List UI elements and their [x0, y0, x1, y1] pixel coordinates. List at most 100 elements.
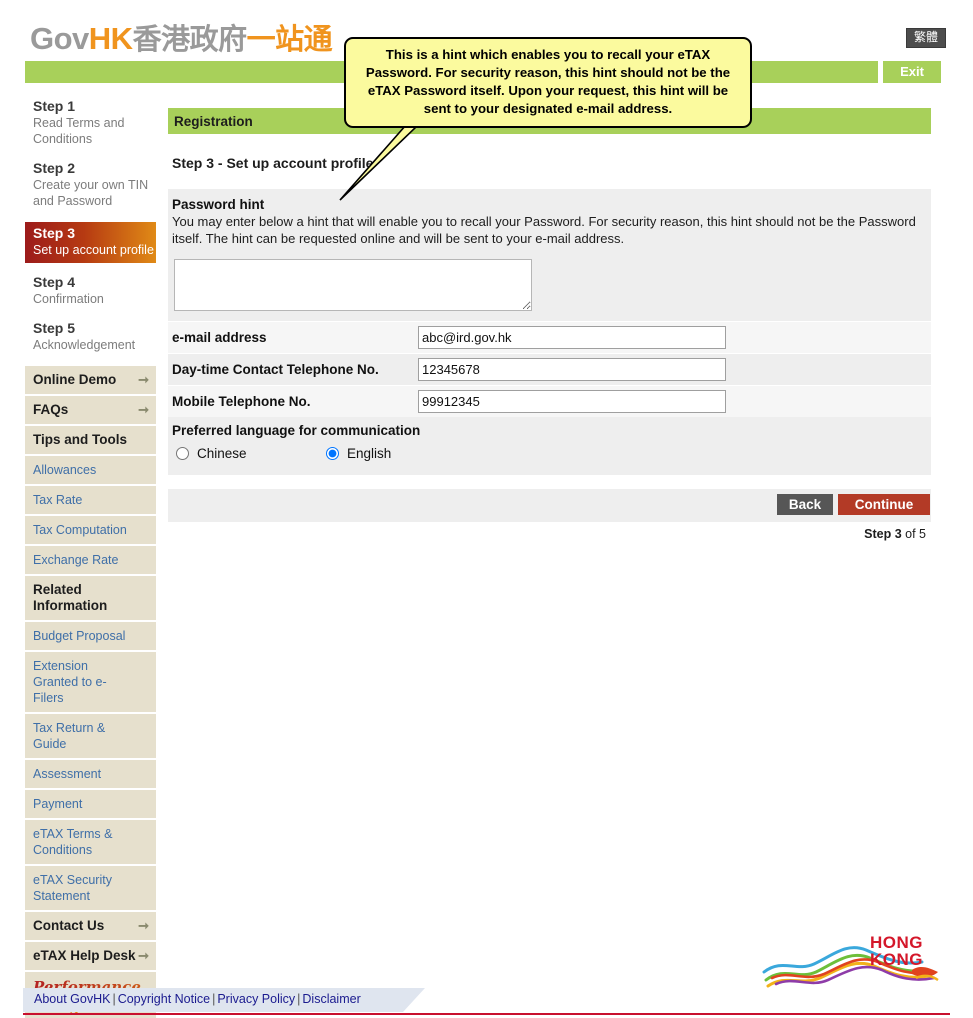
hk-brand-line2: KONG	[870, 950, 923, 969]
field-row-email: e-mail address	[168, 321, 931, 353]
govhk-logo: GovHK香港政府一站通	[30, 16, 333, 58]
sidebar-label-etax-terms: eTAX Terms & Conditions	[33, 827, 113, 857]
radio-input-chinese[interactable]	[176, 447, 189, 460]
sidebar-step-1[interactable]: Step 1 Read Terms and Conditions	[25, 98, 156, 160]
sidebar-label-contact-us: Contact Us	[33, 918, 105, 933]
sidebar-label-etax-security: eTAX Security Statement	[33, 873, 112, 903]
step-2-subtitle: Create your own TIN and Password	[33, 178, 149, 208]
language-switch-button[interactable]: 繁體	[905, 28, 946, 48]
step-2-title: Step 2	[33, 160, 76, 176]
sidebar-item-tax-return-guide[interactable]: Tax Return & Guide	[25, 714, 156, 760]
page-root: GovHK香港政府一站通 繁體 Exit Step 1 Read Terms a…	[0, 0, 973, 1018]
mobile-phone-field[interactable]	[418, 390, 726, 413]
daytime-phone-field[interactable]	[418, 358, 726, 381]
sidebar-item-allowances[interactable]: Allowances	[25, 456, 156, 486]
sidebar-item-budget-proposal[interactable]: Budget Proposal	[25, 622, 156, 652]
step-3-title: Step 3	[33, 225, 76, 241]
hong-kong-brand-logo: HONG KONG	[762, 933, 939, 988]
step-1-title: Step 1	[33, 98, 76, 114]
sidebar-item-contact-us[interactable]: Contact Us ➞	[25, 912, 156, 942]
continue-button[interactable]: Continue	[838, 494, 930, 515]
sidebar-label-tips-and-tools: Tips and Tools	[33, 432, 128, 447]
password-hint-tooltip: This is a hint which enables you to reca…	[344, 37, 752, 128]
password-hint-description: You may enter below a hint that will ena…	[172, 214, 916, 246]
sidebar-label-assessment: Assessment	[33, 767, 102, 781]
preferred-language-options: Chinese English	[168, 440, 931, 475]
back-button[interactable]: Back	[777, 494, 833, 515]
radio-option-english[interactable]: English	[326, 446, 391, 461]
footer-links: About GovHK | Copyright Notice | Privacy Pol…	[34, 992, 361, 1006]
preferred-language-label: Preferred language for communication	[168, 417, 931, 440]
field-row-daytime-phone: Day-time Contact Telephone No.	[168, 353, 931, 385]
sidebar: Step 1 Read Terms and Conditions Step 2 …	[25, 98, 156, 1018]
sidebar-item-etax-security[interactable]: eTAX Security Statement	[25, 866, 156, 912]
sidebar-item-tips-and-tools[interactable]: Tips and Tools	[25, 426, 156, 456]
email-label: e-mail address	[172, 330, 267, 345]
arrow-right-icon: ➞	[138, 402, 149, 417]
arrow-right-icon: ➞	[138, 372, 149, 387]
sidebar-label-payment: Payment	[33, 797, 83, 811]
footer-separator: |	[112, 992, 116, 1006]
arrow-right-icon: ➞	[138, 918, 149, 933]
email-field[interactable]	[418, 326, 726, 349]
sidebar-label-related-information: Related Information	[33, 582, 108, 613]
sidebar-label-exchange-rate: Exchange Rate	[33, 553, 119, 567]
sidebar-label-extension-granted: Extension Granted to e-Filers	[33, 659, 107, 705]
site-footer: About GovHK | Copyright Notice | Privacy Pol…	[0, 988, 973, 1018]
logo-chinese-orange: 一站通	[246, 24, 333, 56]
footer-link-disclaimer[interactable]: Disclaimer	[302, 992, 360, 1006]
sidebar-item-extension-granted[interactable]: Extension Granted to e-Filers	[25, 652, 156, 714]
radio-option-chinese[interactable]: Chinese	[176, 446, 326, 461]
password-hint-panel: Password hint You may enter below a hint…	[168, 189, 931, 475]
sidebar-step-2[interactable]: Step 2 Create your own TIN and Password	[25, 160, 156, 222]
page-title: Step 3 - Set up account profile	[172, 155, 374, 171]
field-row-mobile-phone: Mobile Telephone No.	[168, 385, 931, 417]
radio-input-english[interactable]	[326, 447, 339, 460]
logo-chinese-gray: 香港政府	[132, 24, 248, 56]
sidebar-item-online-demo[interactable]: Online Demo ➞	[25, 366, 156, 396]
footer-link-about-govhk[interactable]: About GovHK	[34, 992, 110, 1006]
action-bar: Back Continue	[168, 489, 931, 522]
sidebar-step-4[interactable]: Step 4 Confirmation	[25, 274, 156, 320]
step-counter-prefix: Step	[864, 527, 895, 541]
step-counter-suffix: of 5	[901, 527, 926, 541]
arrow-right-icon: ➞	[138, 948, 149, 963]
sidebar-step-3-active[interactable]: Step 3 Set up account profile	[25, 222, 156, 263]
sidebar-item-assessment[interactable]: Assessment	[25, 760, 156, 790]
sidebar-item-payment[interactable]: Payment	[25, 790, 156, 820]
main-content: Registration Step 3 - Set up account pro…	[168, 108, 931, 541]
sidebar-item-tax-rate[interactable]: Tax Rate	[25, 486, 156, 516]
exit-button[interactable]: Exit	[883, 61, 941, 83]
sidebar-label-budget-proposal: Budget Proposal	[33, 629, 126, 643]
password-hint-input[interactable]	[174, 259, 532, 311]
sidebar-label-faqs: FAQs	[33, 402, 69, 417]
sidebar-label-tax-computation: Tax Computation	[33, 523, 127, 537]
step-4-subtitle: Confirmation	[33, 292, 104, 306]
sidebar-item-exchange-rate[interactable]: Exchange Rate	[25, 546, 156, 576]
daytime-phone-label: Day-time Contact Telephone No.	[172, 362, 379, 377]
step-4-title: Step 4	[33, 274, 76, 290]
step-counter-current: 3	[894, 527, 902, 541]
sidebar-label-online-demo: Online Demo	[33, 372, 117, 387]
sidebar-item-related-information[interactable]: Related Information	[25, 576, 156, 622]
logo-gov-text: Gov	[30, 21, 89, 56]
step-3-subtitle: Set up account profile	[33, 243, 154, 257]
step-1-subtitle: Read Terms and Conditions	[33, 116, 125, 146]
sidebar-label-tax-rate: Tax Rate	[33, 493, 83, 507]
footer-link-copyright-notice[interactable]: Copyright Notice	[118, 992, 210, 1006]
sidebar-item-etax-terms[interactable]: eTAX Terms & Conditions	[25, 820, 156, 866]
footer-link-privacy-policy[interactable]: Privacy Policy	[217, 992, 295, 1006]
step-5-subtitle: Acknowledgement	[33, 338, 136, 352]
mobile-phone-label: Mobile Telephone No.	[172, 394, 311, 409]
sidebar-item-faqs[interactable]: FAQs ➞	[25, 396, 156, 426]
sidebar-item-tax-computation[interactable]: Tax Computation	[25, 516, 156, 546]
radio-label-english: English	[347, 446, 392, 461]
sidebar-label-etax-help-desk: eTAX Help Desk	[33, 948, 136, 963]
sidebar-step-5[interactable]: Step 5 Acknowledgement	[25, 320, 156, 366]
step-5-title: Step 5	[33, 320, 76, 336]
sidebar-item-etax-help-desk[interactable]: eTAX Help Desk ➞	[25, 942, 156, 972]
logo-hk-text: HK	[88, 21, 133, 56]
footer-band-tail	[403, 988, 425, 1012]
sidebar-label-allowances: Allowances	[33, 463, 97, 477]
password-hint-title: Password hint	[172, 197, 265, 212]
